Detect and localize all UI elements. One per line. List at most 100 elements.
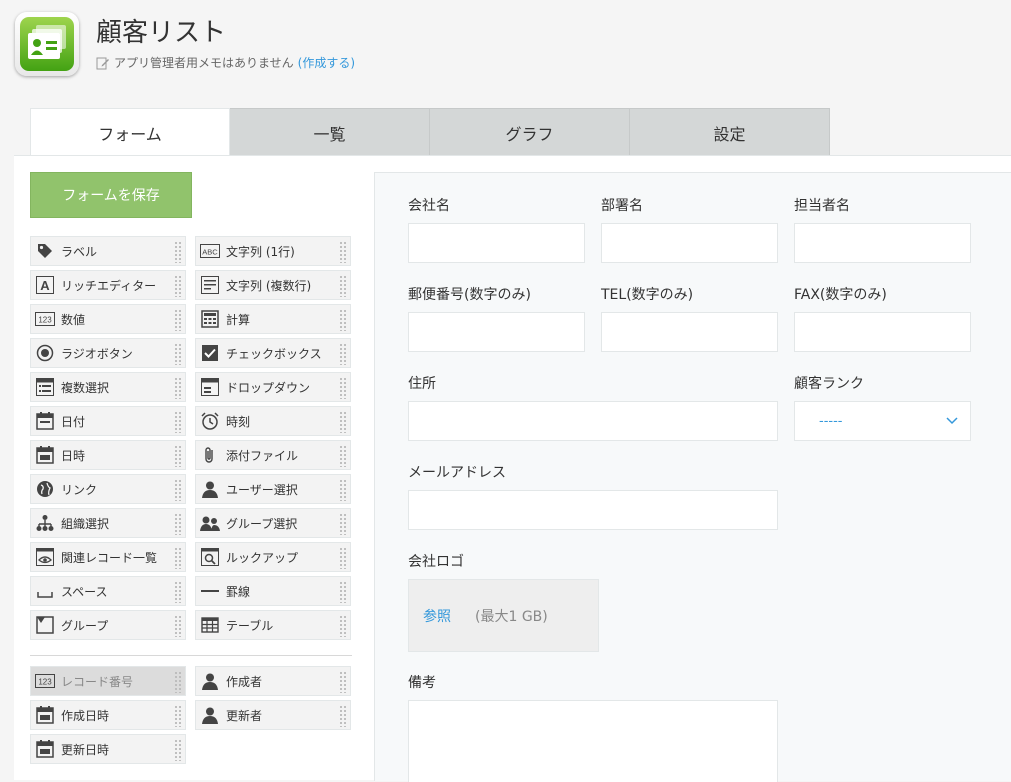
table-icon: [200, 615, 220, 635]
drag-handle[interactable]: [174, 411, 182, 433]
palette-part-radio-button[interactable]: ラジオボタン: [30, 338, 186, 368]
drag-handle[interactable]: [174, 377, 182, 399]
tab-settings[interactable]: 設定: [630, 108, 830, 156]
palette-part-organization-select[interactable]: 組織選択: [30, 508, 186, 538]
part-label: 組織選択: [61, 516, 110, 531]
palette-part-number[interactable]: 123 数値: [30, 304, 186, 334]
drag-handle[interactable]: [174, 739, 182, 761]
palette-part-table[interactable]: テーブル: [195, 610, 351, 640]
fax-field[interactable]: [794, 312, 971, 352]
space-icon: [35, 581, 55, 601]
tab-list[interactable]: 一覧: [230, 108, 430, 156]
tel-field[interactable]: [601, 312, 778, 352]
field-label-company-name: 会社名: [408, 198, 450, 214]
drag-handle[interactable]: [174, 275, 182, 297]
drag-handle[interactable]: [339, 411, 347, 433]
tag-icon: [35, 241, 55, 261]
palette-part-related-records[interactable]: 関連レコード一覧: [30, 542, 186, 572]
drag-handle[interactable]: [339, 377, 347, 399]
palette-part-creator[interactable]: 作成者: [195, 666, 351, 696]
part-label: ユーザー選択: [226, 482, 298, 497]
drag-handle[interactable]: [174, 445, 182, 467]
part-label: 作成日時: [61, 708, 110, 723]
part-label: スペース: [61, 584, 108, 599]
drag-handle[interactable]: [339, 479, 347, 501]
drag-handle[interactable]: [174, 343, 182, 365]
drag-handle[interactable]: [339, 705, 347, 727]
palette-part-user-select[interactable]: ユーザー選択: [195, 474, 351, 504]
svg-text:123: 123: [38, 316, 52, 325]
drag-handle[interactable]: [174, 309, 182, 331]
org-chart-icon: [35, 513, 55, 533]
palette-part-record-number: 123 レコード番号: [30, 666, 186, 696]
palette-part-updater[interactable]: 更新者: [195, 700, 351, 730]
part-label: レコード番号: [61, 674, 134, 689]
drag-handle[interactable]: [174, 705, 182, 727]
email-field[interactable]: [408, 490, 778, 530]
drag-handle[interactable]: [174, 241, 182, 263]
number-icon: 123: [35, 309, 55, 329]
radio-icon: [35, 343, 55, 363]
palette-part-multi-line-text[interactable]: 文字列 (複数行): [195, 270, 351, 300]
max-size-note: (最大1 GB): [475, 608, 548, 625]
drag-handle[interactable]: [174, 615, 182, 637]
palette-part-group-select[interactable]: グループ選択: [195, 508, 351, 538]
field-label-customer-rank: 顧客ランク: [794, 376, 864, 392]
palette-part-created-datetime[interactable]: 作成日時: [30, 700, 186, 730]
tab-form[interactable]: フォーム: [30, 108, 230, 156]
department-field[interactable]: [601, 223, 778, 263]
palette-part-single-line-text[interactable]: ABC 文字列 (1行): [195, 236, 351, 266]
drag-handle[interactable]: [339, 445, 347, 467]
drag-handle[interactable]: [174, 479, 182, 501]
drag-handle[interactable]: [339, 671, 347, 693]
palette-part-group[interactable]: グループ: [30, 610, 186, 640]
browse-link[interactable]: 参照: [423, 606, 451, 626]
part-label: ラベル: [61, 244, 98, 259]
part-label: 計算: [226, 312, 251, 327]
field-label-remarks: 備考: [408, 675, 436, 691]
drag-handle[interactable]: [339, 275, 347, 297]
create-memo-link[interactable]: (作成する): [298, 54, 355, 71]
tab-graph[interactable]: グラフ: [430, 108, 630, 156]
customer-rank-dropdown[interactable]: -----: [794, 401, 971, 441]
part-label: テーブル: [226, 618, 274, 633]
palette-part-datetime[interactable]: 日時: [30, 440, 186, 470]
palette-part-time[interactable]: 時刻: [195, 406, 351, 436]
svg-text:A: A: [40, 278, 50, 293]
contact-person-field[interactable]: [794, 223, 971, 263]
drag-handle[interactable]: [339, 343, 347, 365]
drag-handle[interactable]: [339, 547, 347, 569]
palette-part-space[interactable]: スペース: [30, 576, 186, 606]
palette-part-checkbox[interactable]: チェックボックス: [195, 338, 351, 368]
palette-part-link[interactable]: リンク: [30, 474, 186, 504]
company-name-field[interactable]: [408, 223, 585, 263]
palette-part-date[interactable]: 日付: [30, 406, 186, 436]
palette-part-updated-datetime[interactable]: 更新日時: [30, 734, 186, 764]
palette-part-attachment[interactable]: 添付ファイル: [195, 440, 351, 470]
palette-part-calculation[interactable]: 計算: [195, 304, 351, 334]
drag-handle[interactable]: [339, 241, 347, 263]
field-label-tel: TEL(数字のみ): [601, 287, 694, 303]
palette-part-multi-select[interactable]: 複数選択: [30, 372, 186, 402]
address-field[interactable]: [408, 401, 778, 441]
palette-part-dropdown[interactable]: ドロップダウン: [195, 372, 351, 402]
remarks-textarea[interactable]: [408, 700, 778, 782]
drag-handle[interactable]: [339, 581, 347, 603]
part-label: 関連レコード一覧: [61, 550, 158, 565]
drag-handle[interactable]: [339, 513, 347, 535]
part-label: 添付ファイル: [226, 448, 299, 463]
postal-code-field[interactable]: [408, 312, 585, 352]
palette-part-label[interactable]: ラベル: [30, 236, 186, 266]
drag-handle[interactable]: [174, 581, 182, 603]
drag-handle[interactable]: [174, 547, 182, 569]
calendar-icon: [35, 739, 55, 759]
drag-handle[interactable]: [339, 615, 347, 637]
rich-editor-icon: A: [35, 275, 55, 295]
palette-part-border-line[interactable]: 罫線: [195, 576, 351, 606]
part-label: チェックボックス: [226, 346, 322, 361]
drag-handle[interactable]: [174, 513, 182, 535]
save-form-button[interactable]: フォームを保存: [30, 172, 192, 218]
drag-handle[interactable]: [339, 309, 347, 331]
palette-part-rich-editor[interactable]: A リッチエディター: [30, 270, 186, 300]
palette-part-lookup[interactable]: ルックアップ: [195, 542, 351, 572]
